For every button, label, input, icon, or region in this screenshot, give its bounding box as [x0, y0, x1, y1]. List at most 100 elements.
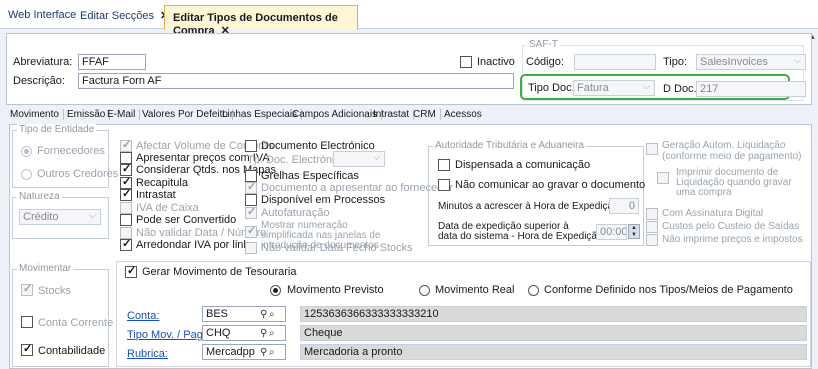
minutos-input[interactable]: 0 [609, 198, 639, 214]
tipo-doc-select[interactable]: Fatura ⌵ [573, 80, 655, 96]
doc-electronico-checkbox[interactable] [245, 140, 257, 152]
dispensada-label: Dispensada a comunicação [455, 159, 591, 171]
descricao-label: Descrição: [13, 75, 65, 87]
chevron-down-icon: ⌵ [89, 210, 96, 220]
contabilidade-label: Contabilidade [38, 345, 106, 357]
movimentar-group: Movimentar Stocks Conta Corrente Contabi… [12, 263, 113, 367]
dispensada-checkbox[interactable] [438, 159, 450, 171]
autofaturacao-checkbox[interactable] [245, 205, 257, 219]
data-exp-label2: data do sistema - Hora de Expedição: [438, 231, 606, 242]
chevron-down-icon: ⌵ [373, 152, 380, 162]
link-icon[interactable]: ⚲ [260, 347, 267, 358]
grelhas-label: Grelhas Específicas [261, 170, 359, 182]
movimentar-legend: Movimentar [17, 263, 74, 274]
nao-comunicar-label: Não comunicar ao gravar o documento [455, 179, 646, 191]
natureza-select[interactable]: Crédito ⌵ [19, 209, 101, 225]
tab-label: Editar Secções [80, 10, 154, 22]
movimento-content: Tipo de Entidade Fornecedores Outros Cre… [9, 124, 812, 369]
mostrar-numeracao-checkbox[interactable] [245, 224, 257, 238]
tipo-select[interactable]: SalesInvoices ⌵ [696, 54, 806, 70]
hora-spinner[interactable]: ▲ ▼ [628, 224, 640, 239]
geracao-checkbox[interactable] [646, 143, 658, 155]
natureza-value: Crédito [23, 211, 59, 223]
abreviatura-input[interactable]: FFAF [78, 54, 146, 70]
custos-label: Custos pelo Custeio de Saídas [662, 221, 800, 232]
id-doc-input[interactable]: 217 [696, 81, 806, 97]
inactivo-checkbox[interactable] [460, 56, 472, 68]
stocks-checkbox[interactable] [21, 282, 33, 296]
tab-editar-seccoes[interactable]: Editar Secções✕ [80, 9, 169, 22]
conforme-definido-label: Conforme Definido nos Tipos/Meios de Pag… [544, 284, 793, 296]
assinatura-checkbox[interactable] [646, 208, 658, 220]
outros-credores-label: Outros Credores [37, 168, 119, 180]
conforme-definido-radio[interactable] [528, 285, 539, 296]
tab-web-interface[interactable]: Web Interface [8, 9, 76, 21]
pode-convertido-label: Pode ser Convertido [136, 214, 237, 226]
nao-imprime-label: Não imprime preços e impostos [662, 234, 803, 245]
tab-label: Web Interface [8, 9, 77, 21]
fornecedores-radio[interactable] [21, 146, 32, 157]
rubrica-link[interactable]: Rubrica: [127, 348, 168, 360]
autoridade-legend: Autoridade Tributária e Aduaneira [433, 140, 586, 151]
nao-imprime-checkbox[interactable] [646, 234, 658, 246]
conta-link[interactable]: Conta: [127, 310, 159, 322]
link-icon[interactable]: ⚲ [260, 328, 267, 339]
link-icon[interactable]: ⚲ [260, 309, 267, 320]
nao-validar-fecho-checkbox[interactable] [245, 242, 257, 254]
tipo-label: Tipo: [663, 56, 688, 68]
contabilidade-checkbox[interactable] [21, 342, 33, 356]
imprimir-checkbox[interactable] [657, 172, 669, 184]
descricao-input[interactable]: Factura Forn AF [78, 73, 514, 89]
custos-checkbox[interactable] [646, 221, 658, 233]
nao-comunicar-checkbox[interactable] [438, 179, 450, 191]
chevron-down-icon: ⌵ [794, 55, 801, 65]
subtab-emissao[interactable]: Emissão [67, 109, 111, 120]
subtab-linhas-especiais[interactable]: Linhas Especiais [222, 109, 303, 120]
subtab-valores-defeito[interactable]: Valores Por Defeito [142, 109, 233, 120]
arredondar-iva-checkbox[interactable] [120, 237, 132, 251]
subtab-campos-adicionais[interactable]: Campos Adicionais [292, 109, 383, 120]
movimento-real-label: Movimento Real [435, 284, 515, 296]
tipo-entidade-group: Tipo de Entidade Fornecedores Outros Cre… [12, 124, 118, 188]
iva-caixa-checkbox[interactable] [120, 202, 132, 214]
tab-editar-tipos-documentos[interactable]: Editar Tipos de Documentos de Compra ✕ [164, 5, 358, 37]
hora-expedicao-input[interactable]: 00:00 [596, 224, 627, 240]
fornecedores-label: Fornecedores [37, 145, 105, 157]
natureza-group: Natureza Crédito ⌵ [12, 191, 109, 239]
movimento-previsto-radio[interactable] [270, 285, 281, 296]
conta-corrente-checkbox[interactable] [21, 316, 33, 328]
subtab-acessos[interactable]: Acessos [444, 109, 486, 120]
lookup-icon[interactable]: ⌕ [269, 347, 275, 358]
afectar-volume-checkbox[interactable] [120, 138, 132, 152]
lookup-icon[interactable]: ⌕ [269, 309, 275, 320]
conta-corrente-label: Conta Corrente [38, 317, 114, 329]
subtab-crm[interactable]: CRM [413, 109, 441, 120]
intrastat-checkbox[interactable] [120, 187, 132, 201]
lookup-icon[interactable]: ⌕ [269, 328, 275, 339]
nao-validar-fecho-label: Não validar Data Fecho Stocks [261, 242, 413, 254]
autoridade-group: Autoridade Tributária e Aduaneira Dispen… [428, 140, 646, 246]
subtab-intrastat[interactable]: Intrastat [373, 109, 415, 120]
tp-doc-electronico-select[interactable]: ⌵ [333, 151, 385, 167]
disponivel-label: Disponível em Processos [261, 194, 386, 206]
subtab-email[interactable]: E-Mail [107, 109, 141, 120]
doc-apresentar-checkbox[interactable] [245, 180, 257, 194]
tipo-mov-pag-link[interactable]: Tipo Mov. / Pag.: [127, 329, 209, 341]
tipo-value: SalesInvoices [700, 56, 768, 68]
iva-caixa-label: IVA de Caixa [136, 202, 199, 214]
outros-credores-radio[interactable] [21, 169, 32, 180]
geracao-label: Geração Autom. Liquidação (conforme meio… [662, 140, 802, 162]
header-panel: Abreviatura: FFAF Descrição: Factura For… [6, 33, 812, 105]
codigo-input[interactable] [574, 54, 656, 70]
codigo-label: Código: [526, 56, 564, 68]
saft-legend: SAF-T [527, 39, 560, 50]
pode-convertido-checkbox[interactable] [120, 214, 132, 226]
movimento-real-radio[interactable] [419, 285, 430, 296]
chevron-down-icon: ⌵ [643, 81, 650, 91]
gerar-tesouraria-checkbox[interactable] [125, 264, 137, 278]
autofaturacao-label: Autofaturação [261, 207, 330, 219]
imprimir-label: Imprimir documento de Liquidação quando … [676, 167, 792, 198]
subtab-movimento[interactable]: Movimento [10, 109, 64, 120]
inactivo-label: Inactivo [477, 56, 515, 68]
tesouraria-group: Gerar Movimento de Tesouraria Movimento … [116, 261, 811, 367]
